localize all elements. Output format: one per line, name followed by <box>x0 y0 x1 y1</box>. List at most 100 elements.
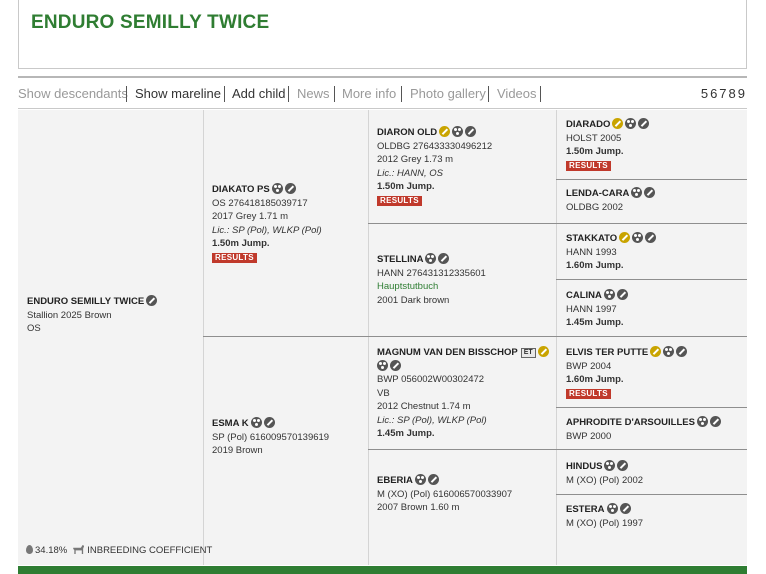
pencil-icon[interactable] <box>263 417 275 428</box>
horse-name[interactable]: STELLINA <box>377 254 423 265</box>
ancestor-gen4: CALINA HANN 1997 1.45m Jump. <box>566 289 628 330</box>
row-divider <box>556 407 747 408</box>
sire-desc: 2017 Grey 1.71 m <box>212 211 289 222</box>
tab-photo-gallery[interactable]: Photo gallery <box>410 86 486 101</box>
horse-name[interactable]: STAKKATO <box>566 233 617 244</box>
pedigree-icon[interactable] <box>603 289 615 300</box>
dam-name[interactable]: ESMA K <box>212 418 249 429</box>
dam: ESMA K SP (Pol) 616009570139619 2019 Bro… <box>212 417 329 458</box>
pencil-icon[interactable] <box>390 359 401 371</box>
tab-show-descendants[interactable]: Show descendants <box>18 86 128 101</box>
gold-pencil-icon[interactable] <box>612 118 624 129</box>
granddam-paternal: STELLINA HANN 276431312335601 Hauptstutb… <box>377 253 486 307</box>
row-divider <box>368 223 747 224</box>
pencil-icon[interactable] <box>676 346 688 357</box>
horse-name[interactable]: ESTERA <box>566 504 605 515</box>
horse-performance: 1.60m Jump. <box>566 260 624 271</box>
grandsire-maternal: MAGNUM VAN DEN BISSCHOP ET BWP 056002W003… <box>377 346 549 441</box>
results-button[interactable]: RESULTS <box>377 195 422 206</box>
horse-performance: 1.50m Jump. <box>377 181 435 192</box>
pedigree-icon[interactable] <box>452 126 464 137</box>
horse-desc: 2007 Brown 1.60 m <box>377 502 460 513</box>
pencil-icon[interactable] <box>465 126 477 137</box>
subject-name[interactable]: ENDURO SEMILLY TWICE <box>27 296 144 307</box>
ancestor-gen4: APHRODITE D'ARSOUILLES BWP 2000 <box>566 416 721 443</box>
horse-desc: OLDBG 2002 <box>566 201 624 213</box>
horse-name[interactable]: MAGNUM VAN DEN BISSCHOP <box>377 347 518 358</box>
tab-videos[interactable]: Videos <box>497 86 537 101</box>
results-button[interactable]: RESULTS <box>566 388 611 399</box>
horse-name[interactable]: DIARADO <box>566 119 610 130</box>
gold-pencil-icon[interactable] <box>619 232 631 243</box>
gold-pencil-icon[interactable] <box>650 346 662 357</box>
pencil-icon[interactable] <box>617 460 629 471</box>
pedigree-icon[interactable] <box>625 118 637 129</box>
pedigree-icon[interactable] <box>604 460 616 471</box>
horse-desc: M (XO) (Pol) 2002 <box>566 474 644 486</box>
ancestor-gen4: ELVIS TER PUTTE BWP 2004 1.60m Jump. RES… <box>566 346 688 400</box>
sire-performance: 1.50m Jump. <box>212 238 270 249</box>
pedigree-icon[interactable] <box>631 187 643 198</box>
pencil-icon[interactable] <box>438 253 450 264</box>
horse-license: Lic.: SP (Pol), WLKP (Pol) <box>377 414 487 426</box>
horse-name[interactable]: HINDUS <box>566 461 602 472</box>
pencil-icon[interactable] <box>284 183 296 194</box>
sire-license: Lic.: SP (Pol), WLKP (Pol) <box>212 224 322 236</box>
pedigree-tree: ENDURO SEMILLY TWICE Stallion 2025 Brown… <box>18 110 747 565</box>
horse-desc: 2012 Grey 1.73 m <box>377 154 454 165</box>
horse-desc: HANN 1997 <box>566 303 617 315</box>
pencil-icon[interactable] <box>146 295 158 306</box>
pedigree-icon[interactable] <box>425 253 437 264</box>
inbreeding-footer: 34.18% INBREEDING COEFFICIENT <box>26 545 212 556</box>
horse-name[interactable]: EBERIA <box>377 475 413 486</box>
pedigree-icon[interactable] <box>377 359 388 371</box>
tab-add-child[interactable]: Add child <box>232 86 285 101</box>
pedigree-icon[interactable] <box>414 474 426 485</box>
gold-pencil-icon[interactable] <box>439 126 451 137</box>
tab-more-info[interactable]: More info <box>342 86 396 101</box>
tab-separator <box>401 86 402 102</box>
inbreeding-value: 34.18% <box>35 545 68 556</box>
horse-name[interactable]: LENDA-CARA <box>566 188 629 199</box>
sire-name[interactable]: DIAKATO PS <box>212 184 270 195</box>
inbreeding-label[interactable]: INBREEDING COEFFICIENT <box>87 545 212 556</box>
gold-pencil-icon[interactable] <box>537 346 549 357</box>
results-button[interactable]: RESULTS <box>566 160 611 171</box>
horse-desc: BWP 2000 <box>566 430 612 442</box>
horse-name[interactable]: CALINA <box>566 290 602 301</box>
pedigree-icon[interactable] <box>632 232 644 243</box>
footer-bar <box>18 566 747 574</box>
pencil-icon[interactable] <box>619 503 631 514</box>
results-button[interactable]: RESULTS <box>212 252 257 263</box>
subject-info: Stallion 2025 Brown <box>27 309 112 321</box>
row-divider <box>556 279 747 280</box>
row-divider <box>368 449 747 450</box>
title-box: ENDURO SEMILLY TWICE <box>18 0 747 69</box>
pencil-icon[interactable] <box>644 187 656 198</box>
horse-name[interactable]: ELVIS TER PUTTE <box>566 347 648 358</box>
horse-name[interactable]: DIARON OLD <box>377 127 437 138</box>
pagination[interactable]: 56789 <box>701 86 747 101</box>
pencil-icon[interactable] <box>645 232 657 243</box>
pedigree-icon[interactable] <box>250 417 262 428</box>
pencil-icon[interactable] <box>709 416 721 427</box>
pencil-icon[interactable] <box>616 289 628 300</box>
horse-performance: 1.45m Jump. <box>377 428 435 439</box>
horse-icon <box>73 545 85 554</box>
horse-desc: BWP 2004 <box>566 360 612 372</box>
column-divider <box>368 110 369 565</box>
tab-news[interactable]: News <box>297 86 330 101</box>
pedigree-icon[interactable] <box>606 503 618 514</box>
tab-show-mareline[interactable]: Show mareline <box>135 86 221 101</box>
horse-desc: 2012 Chestnut 1.74 m <box>377 401 471 412</box>
horse-name[interactable]: APHRODITE D'ARSOUILLES <box>566 417 695 428</box>
pencil-icon[interactable] <box>427 474 439 485</box>
pedigree-icon[interactable] <box>663 346 675 357</box>
pedigree-icon[interactable] <box>696 416 708 427</box>
subject-studbook: OS <box>27 323 41 334</box>
pedigree-icon[interactable] <box>271 183 283 194</box>
drop-icon <box>26 545 33 554</box>
horse-license: Lic.: HANN, OS <box>377 167 443 179</box>
row-divider <box>556 494 747 495</box>
pencil-icon[interactable] <box>638 118 650 129</box>
